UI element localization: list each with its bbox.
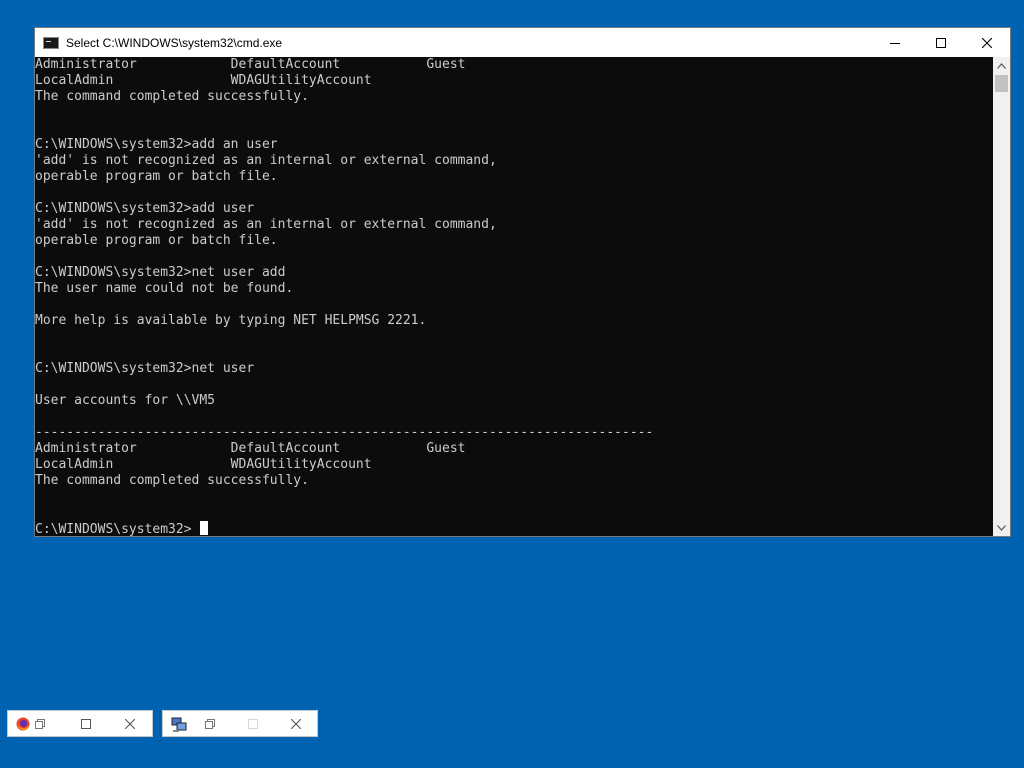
title-bar[interactable]: Select C:\WINDOWS\system32\cmd.exe (35, 28, 1010, 57)
console-line: ----------------------------------------… (35, 425, 654, 440)
maximize-button[interactable] (232, 710, 275, 737)
text-cursor (200, 521, 209, 535)
minimized-window-network[interactable] (162, 710, 318, 737)
console-line: More help is available by typing NET HEL… (35, 313, 427, 328)
console-line: operable program or batch file. (35, 169, 278, 184)
console-line: C:\WINDOWS\system32>net user add (35, 265, 286, 280)
firefox-icon[interactable] (16, 717, 30, 731)
window-title: Select C:\WINDOWS\system32\cmd.exe (66, 35, 283, 50)
restore-button[interactable] (30, 710, 49, 737)
restore-icon (205, 718, 216, 729)
console-line: 'add' is not recognized as an internal o… (35, 217, 497, 232)
restore-icon (34, 718, 45, 729)
close-icon (982, 37, 992, 48)
restore-button[interactable] (189, 710, 232, 737)
console-line: C:\WINDOWS\system32>add user (35, 201, 255, 216)
close-button[interactable] (274, 710, 317, 737)
console-line: The command completed successfully. (35, 473, 309, 488)
console-line: Administrator DefaultAccount Guest (35, 57, 466, 72)
maximize-icon (248, 718, 258, 729)
maximize-button[interactable] (918, 28, 964, 57)
scrollbar-thumb[interactable] (995, 75, 1008, 92)
console-line: 'add' is not recognized as an internal o… (35, 153, 497, 168)
scroll-down-button[interactable] (993, 519, 1010, 536)
cmd-window[interactable]: Select C:\WINDOWS\system32\cmd.exe Admin… (34, 27, 1011, 537)
maximize-icon (81, 718, 92, 729)
maximize-icon (936, 37, 946, 48)
minimized-window-firefox[interactable] (7, 710, 153, 737)
console-line: LocalAdmin WDAGUtilityAccount (35, 457, 372, 472)
desktop[interactable]: { "window": { "title": "Select C:\\WINDO… (0, 0, 1024, 768)
console-line: C:\WINDOWS\system32>add an user (35, 137, 278, 152)
console-line: operable program or batch file. (35, 233, 278, 248)
vertical-scrollbar[interactable] (993, 57, 1010, 536)
console-line: C:\WINDOWS\system32>net user (35, 361, 255, 376)
scroll-up-button[interactable] (993, 57, 1010, 74)
console-line: Administrator DefaultAccount Guest (35, 441, 466, 456)
console-line: The user name could not be found. (35, 281, 294, 296)
command-prompt: C:\WINDOWS\system32> (35, 522, 200, 536)
close-button[interactable] (108, 710, 152, 737)
console-line: LocalAdmin WDAGUtilityAccount (35, 73, 372, 88)
maximize-button[interactable] (64, 710, 108, 737)
minimize-icon (890, 42, 900, 44)
chevron-up-icon (997, 62, 1006, 69)
chevron-down-icon (997, 524, 1006, 531)
caption-buttons (872, 28, 1010, 57)
close-button[interactable] (964, 28, 1010, 57)
console-output[interactable]: Administrator DefaultAccount Guest Local… (35, 57, 993, 536)
console-line: The command completed successfully. (35, 89, 309, 104)
prompt-line[interactable]: C:\WINDOWS\system32> (35, 521, 993, 536)
close-icon (290, 718, 301, 729)
network-computer-icon[interactable] (171, 717, 187, 732)
close-icon (125, 718, 136, 729)
console-line: User accounts for \\VM5 (35, 393, 216, 408)
console-icon (43, 36, 59, 49)
minimize-button[interactable] (872, 28, 918, 57)
